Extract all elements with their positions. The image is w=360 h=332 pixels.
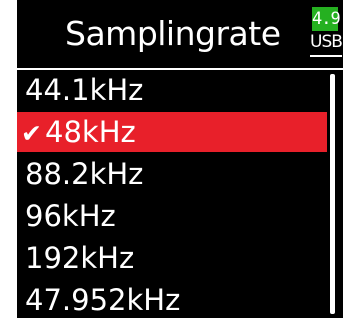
list-item-47-952khz[interactable]: 47.952kHz (17, 280, 327, 318)
battery-indicator: 4.9 USB (310, 5, 343, 61)
list-item-88-2khz[interactable]: 88.2kHz (17, 154, 327, 194)
list-item-96khz[interactable]: 96kHz (17, 196, 327, 236)
list-item-label: 44.1kHz (25, 73, 144, 107)
list-item-44-1khz[interactable]: 44.1kHz (17, 70, 327, 110)
list-item-label: 96kHz (25, 199, 116, 233)
battery-level: 4.9 (312, 7, 341, 31)
list-item-label: 48kHz (45, 115, 136, 149)
page-title: Samplingrate (65, 14, 281, 53)
samplingrate-list: 44.1kHz ✔ 48kHz 88.2kHz 96kHz 192kHz 47.9… (17, 70, 327, 318)
list-item-48khz[interactable]: ✔ 48kHz (17, 112, 327, 152)
list-item-label: 192kHz (25, 241, 135, 275)
list-item-label: 47.952kHz (25, 283, 181, 317)
header: Samplingrate 4.9 USB (17, 0, 343, 70)
scrollbar[interactable] (330, 74, 335, 314)
list-item-label: 88.2kHz (25, 157, 144, 191)
power-source-label: USB (310, 31, 343, 57)
list-item-192khz[interactable]: 192kHz (17, 238, 327, 278)
device-screen: Samplingrate 4.9 USB 44.1kHz ✔ 48kHz 88.2… (17, 0, 343, 318)
checkmark-icon: ✔ (21, 119, 42, 148)
